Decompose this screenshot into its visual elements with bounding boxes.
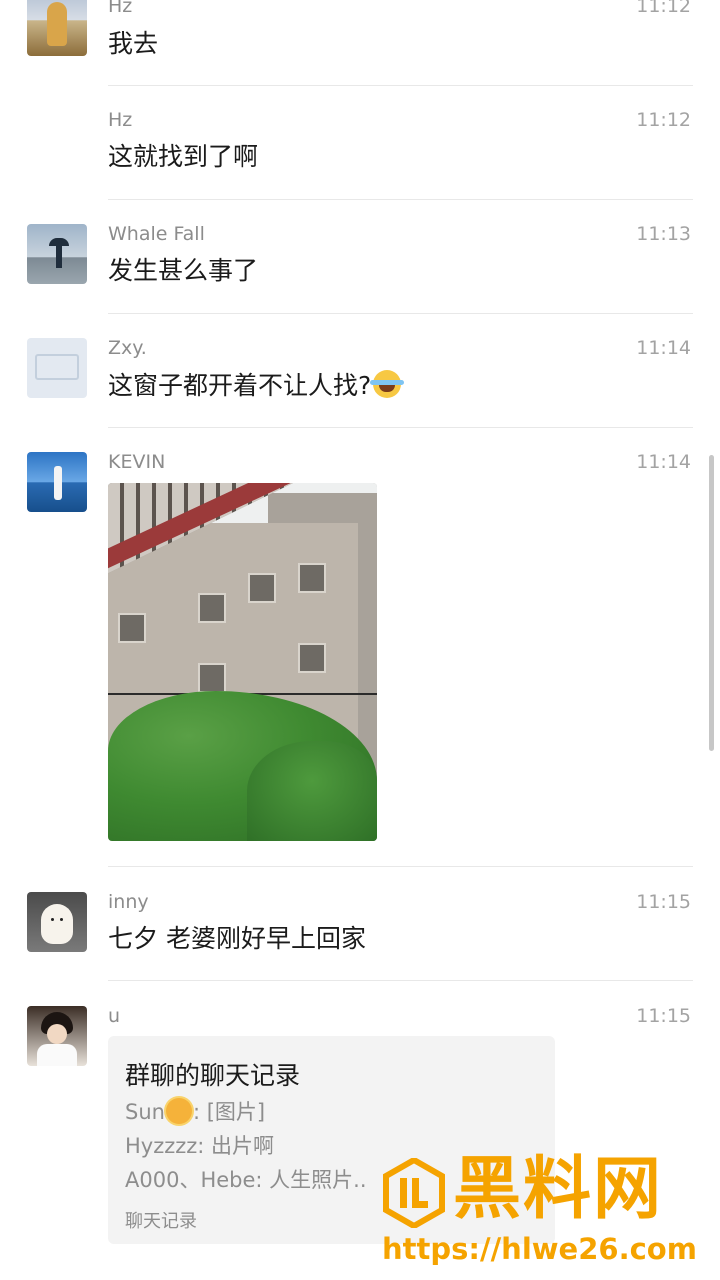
message-photo[interactable] (108, 483, 377, 841)
photo-window (248, 573, 276, 603)
figure-icon (47, 2, 67, 46)
avatar[interactable] (27, 224, 87, 284)
message-text[interactable]: 我去 (108, 29, 158, 59)
avatar[interactable] (27, 338, 87, 398)
message-text[interactable]: 这就找到了啊 (108, 142, 258, 172)
sender-name: Zxy. (108, 337, 147, 359)
message-text[interactable]: 这窗子都开着不让人找? (108, 370, 405, 401)
face-shape (47, 1024, 67, 1044)
message-time: 11:15 (636, 1005, 691, 1027)
chat-record-sender: Sun (125, 1100, 165, 1124)
chat-record-content: : [图片] (192, 1100, 266, 1124)
message-time: 11:14 (636, 337, 691, 359)
watermark-logo-icon (383, 1158, 445, 1228)
watermark-title: 黑料网 (453, 1150, 664, 1229)
message-item[interactable]: Zxy. 11:14 这窗子都开着不让人找? (0, 314, 720, 427)
person-icon (54, 466, 62, 500)
avatar[interactable] (27, 0, 87, 56)
image-placeholder-icon (35, 354, 79, 380)
photo-window (298, 563, 326, 593)
dog-icon (41, 904, 73, 944)
message-time: 11:15 (636, 891, 691, 913)
message-item[interactable]: Hz 11:12 这就找到了啊 (0, 86, 720, 199)
sender-name: Hz (108, 0, 133, 17)
scrollbar[interactable] (709, 455, 714, 751)
photo-trees (247, 741, 377, 841)
sender-name: Whale Fall (108, 223, 205, 245)
avatar[interactable] (27, 452, 87, 512)
umbrella-icon (49, 238, 69, 246)
watermark-url: https://hlwe26.com (382, 1232, 697, 1266)
photo-window (118, 613, 146, 643)
message-item[interactable]: Hz 11:12 我去 (0, 0, 720, 85)
sender-name: inny (108, 891, 149, 913)
chat-record-line: Hyzzzz: 出片啊 (125, 1134, 275, 1158)
avatar[interactable] (27, 892, 87, 952)
message-text[interactable]: 发生甚么事了 (108, 256, 258, 286)
chat-record-line: A000、Hebe: 人生照片.. (125, 1168, 367, 1192)
message-time: 11:14 (636, 451, 691, 473)
chat-record-title: 群聊的聊天记录 (125, 1061, 301, 1090)
chat-screen: Hz 11:12 我去 Hz 11:12 这就找到了啊 Whale Fall 1… (0, 0, 720, 1280)
message-text[interactable]: 七夕 老婆刚好早上回家 (108, 924, 366, 954)
photo-window (198, 663, 226, 693)
sender-name: KEVIN (108, 451, 166, 473)
sun-emoji-icon (165, 1098, 192, 1124)
message-time: 11:12 (636, 0, 691, 17)
chat-record-line: Sun : [图片] (125, 1096, 265, 1126)
shirt-shape (37, 1044, 77, 1066)
avatar[interactable] (27, 1006, 87, 1066)
message-text-content: 这窗子都开着不让人找? (108, 371, 372, 400)
person-icon (56, 246, 62, 268)
photo-window (198, 593, 226, 623)
photo-window (298, 643, 326, 673)
chat-record-footer: 聊天记录 (125, 1211, 197, 1232)
message-item[interactable]: inny 11:15 七夕 老婆刚好早上回家 (0, 867, 720, 980)
sender-name: Hz (108, 109, 133, 131)
message-time: 11:12 (636, 109, 691, 131)
message-time: 11:13 (636, 223, 691, 245)
sender-name: u (108, 1005, 121, 1027)
laughing-tears-emoji-icon (370, 370, 405, 398)
message-item[interactable]: Whale Fall 11:13 发生甚么事了 (0, 200, 720, 313)
